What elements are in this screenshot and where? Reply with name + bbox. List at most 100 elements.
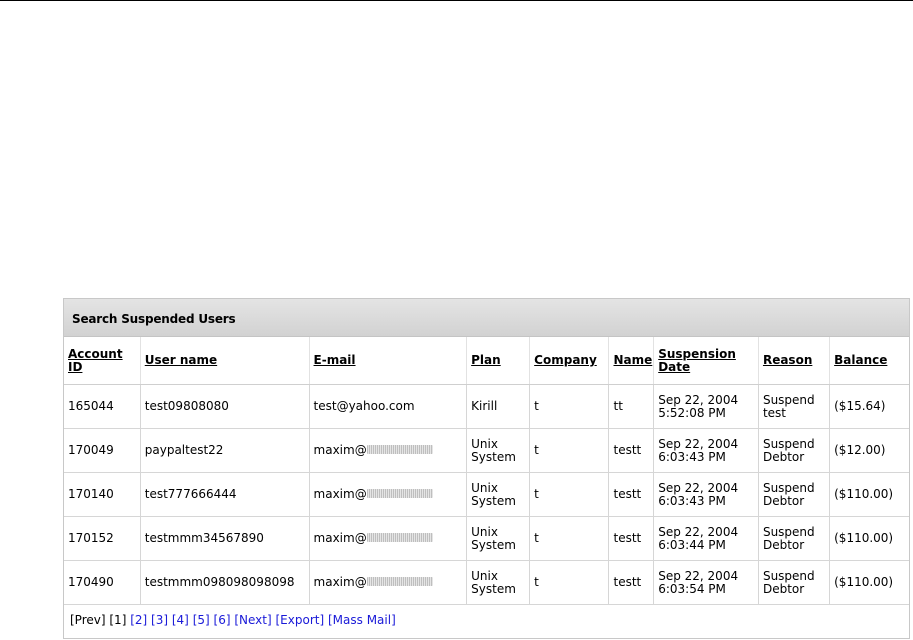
account-id-cell: 170152: [64, 516, 141, 561]
page-link-3[interactable]: [3]: [151, 613, 168, 627]
suspension-date-cell: Sep 22, 2004 6:03:43 PM: [653, 472, 759, 517]
redacted-email-domain: [366, 445, 433, 454]
search-suspended-users-panel: Search Suspended Users Account ID User n…: [63, 298, 910, 639]
reason-text: Suspend: [762, 524, 815, 539]
reason-detail-text: test: [762, 405, 786, 420]
date-text: Sep 22, 2004: [658, 524, 739, 539]
suspension-date-cell: Sep 22, 2004 5:52:08 PM: [653, 384, 759, 429]
email-text: maxim@: [313, 531, 367, 545]
account-id-cell: 170140: [64, 472, 141, 517]
balance-cell: ($110.00): [829, 560, 909, 605]
page-link-4[interactable]: [4]: [172, 613, 189, 627]
date-text: Sep 22, 2004: [658, 480, 739, 495]
name-cell: tt: [608, 384, 655, 429]
reason-cell: Suspend Debtor: [758, 516, 831, 561]
email-cell: maxim@: [309, 428, 468, 473]
reason-detail-text: Debtor: [762, 537, 805, 552]
email-text: maxim@: [313, 443, 367, 457]
table-row: 170049 paypaltest22 maxim@ Unix System t …: [64, 428, 909, 473]
account-id-cell: 170049: [64, 428, 141, 473]
reason-detail-text: Debtor: [762, 581, 805, 596]
plan-cell: Unix System: [466, 472, 531, 517]
col-header-reason[interactable]: Reason: [758, 337, 831, 385]
reason-cell: Suspend Debtor: [758, 428, 831, 473]
time-text: 6:03:43 PM: [658, 449, 726, 464]
company-cell: t: [529, 516, 610, 561]
col-header-account-id[interactable]: Account ID: [64, 337, 141, 385]
table-row: 170490 testmmm098098098098 maxim@ Unix Sy…: [64, 560, 909, 605]
col-header-company[interactable]: Company: [529, 337, 610, 385]
email-cell: maxim@: [309, 516, 468, 561]
date-text: Sep 22, 2004: [658, 392, 739, 407]
col-header-balance[interactable]: Balance: [829, 337, 909, 385]
reason-cell: Suspend Debtor: [758, 560, 831, 605]
email-text: maxim@: [313, 487, 367, 501]
top-divider: [0, 0, 913, 1]
redacted-email-domain: [366, 489, 433, 498]
suspension-date-cell: Sep 22, 2004 6:03:44 PM: [653, 516, 759, 561]
plan-cell: Kirill: [466, 384, 531, 429]
reason-text: Suspend: [762, 436, 815, 451]
pagination: [Prev] [1] [2] [3] [4] [5] [6] [Next] [E…: [64, 605, 909, 635]
plan-text-2: System: [471, 537, 516, 552]
next-page-link[interactable]: [Next]: [234, 613, 271, 627]
table-row: 170152 testmmm34567890 maxim@ Unix System…: [64, 516, 909, 561]
company-cell: t: [529, 384, 610, 429]
plan-text: Unix: [471, 480, 498, 495]
col-header-name[interactable]: Name: [608, 337, 655, 385]
name-cell: testt: [608, 472, 655, 517]
balance-cell: ($110.00): [829, 472, 909, 517]
export-link[interactable]: [Export]: [276, 613, 325, 627]
reason-detail-text: Debtor: [762, 493, 805, 508]
col-header-email[interactable]: E-mail: [309, 337, 468, 385]
col-header-user-name[interactable]: User name: [140, 337, 310, 385]
date-text: Sep 22, 2004: [658, 436, 739, 451]
plan-text: Unix: [471, 568, 498, 583]
panel-title: Search Suspended Users: [64, 299, 909, 337]
page-link-2[interactable]: [2]: [130, 613, 147, 627]
name-cell: testt: [608, 560, 655, 605]
table-row: 165044 test09808080 test@yahoo.com Kiril…: [64, 384, 909, 429]
account-id-cell: 165044: [64, 384, 141, 429]
reason-text: Suspend: [762, 568, 815, 583]
date-text: Sep 22, 2004: [658, 568, 739, 583]
company-cell: t: [529, 472, 610, 517]
company-cell: t: [529, 428, 610, 473]
col-header-plan[interactable]: Plan: [466, 337, 531, 385]
email-cell: test@yahoo.com: [309, 384, 468, 429]
time-text: 6:03:54 PM: [658, 581, 726, 596]
balance-cell: ($15.64): [829, 384, 909, 429]
plan-text-2: System: [471, 581, 516, 596]
page-link-6[interactable]: [6]: [214, 613, 231, 627]
prev-page-label: [Prev]: [70, 613, 106, 627]
reason-text: Suspend: [762, 480, 815, 495]
reason-detail-text: Debtor: [762, 449, 805, 464]
user-name-cell: testmmm34567890: [140, 516, 310, 561]
table-header-row: Account ID User name E-mail Plan Company…: [64, 337, 909, 385]
plan-text-2: System: [471, 449, 516, 464]
current-page-label: [1]: [109, 613, 127, 627]
plan-cell: Unix System: [466, 516, 531, 561]
reason-cell: Suspend Debtor: [758, 472, 831, 517]
suspension-date-cell: Sep 22, 2004 6:03:43 PM: [653, 428, 759, 473]
balance-cell: ($110.00): [829, 516, 909, 561]
col-header-suspension-date[interactable]: Suspension Date: [653, 337, 759, 385]
time-text: 6:03:44 PM: [658, 537, 726, 552]
suspension-date-cell: Sep 22, 2004 6:03:54 PM: [653, 560, 759, 605]
plan-text-2: System: [471, 493, 516, 508]
redacted-email-domain: [366, 577, 433, 586]
mass-mail-link[interactable]: [Mass Mail]: [328, 613, 396, 627]
email-cell: maxim@: [309, 560, 468, 605]
user-name-cell: paypaltest22: [140, 428, 310, 473]
account-id-cell: 170490: [64, 560, 141, 605]
email-text: maxim@: [313, 575, 367, 589]
page-link-5[interactable]: [5]: [193, 613, 210, 627]
redacted-email-domain: [366, 533, 433, 542]
plan-cell: Unix System: [466, 560, 531, 605]
time-text: 5:52:08 PM: [658, 405, 726, 420]
name-cell: testt: [608, 516, 655, 561]
name-cell: testt: [608, 428, 655, 473]
user-name-cell: test09808080: [140, 384, 310, 429]
email-cell: maxim@: [309, 472, 468, 517]
company-cell: t: [529, 560, 610, 605]
